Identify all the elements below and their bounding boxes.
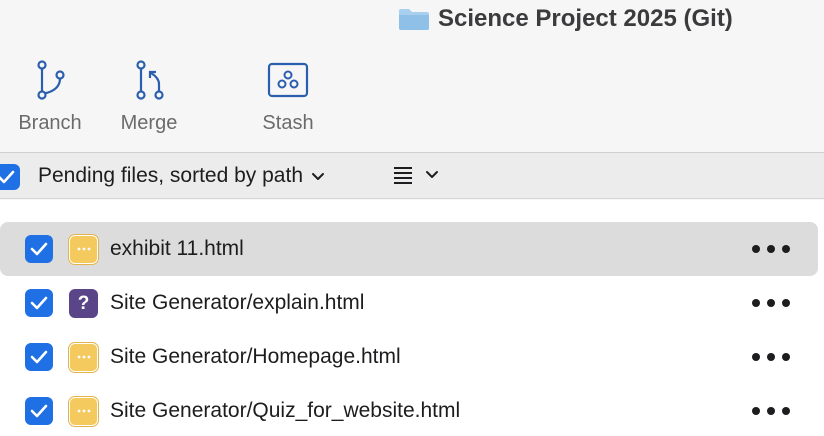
chevron-down-icon	[426, 171, 438, 178]
file-row[interactable]: exhibit 11.html	[0, 222, 818, 276]
checkmark-icon	[30, 350, 48, 364]
file-checkbox[interactable]	[25, 235, 53, 263]
more-actions-icon[interactable]	[752, 293, 790, 313]
sort-menu-label: Pending files, sorted by path	[38, 164, 304, 187]
branch-icon	[28, 56, 72, 104]
merge-button[interactable]: Merge	[110, 56, 188, 135]
question-mark-icon: ?	[77, 292, 90, 314]
file-row[interactable]: Site Generator/Homepage.html	[0, 330, 818, 384]
repo-name: Science Project 2025 (Git)	[438, 5, 733, 32]
repo-title: Science Project 2025 (Git)	[398, 4, 733, 34]
file-checkbox[interactable]	[25, 397, 53, 425]
checkmark-icon	[30, 242, 48, 256]
stash-icon	[266, 56, 310, 104]
branch-label: Branch	[18, 112, 82, 134]
file-row[interactable]: Site Generator/Quiz_for_website.html	[0, 384, 818, 436]
stash-button[interactable]: Stash	[250, 56, 326, 135]
checkmark-icon	[30, 296, 48, 310]
file-checkbox[interactable]	[25, 289, 53, 317]
untracked-status-icon: ?	[69, 288, 98, 318]
chevron-down-icon	[312, 173, 325, 180]
filter-bar: Pending files, sorted by path	[0, 153, 824, 199]
merge-label: Merge	[120, 112, 178, 134]
file-row[interactable]: ? Site Generator/explain.html	[0, 276, 818, 330]
file-name: Site Generator/explain.html	[110, 291, 365, 314]
stash-label: Stash	[262, 112, 314, 134]
file-name: Site Generator/Quiz_for_website.html	[110, 399, 461, 422]
more-actions-icon[interactable]	[752, 239, 790, 259]
modified-status-icon	[69, 396, 98, 426]
more-actions-icon[interactable]	[752, 401, 790, 421]
modified-status-icon	[69, 234, 98, 264]
file-checkbox[interactable]	[25, 343, 53, 371]
file-name: exhibit 11.html	[110, 237, 244, 260]
branch-button[interactable]: Branch	[8, 56, 92, 135]
sort-menu[interactable]: Pending files, sorted by path	[38, 164, 325, 188]
file-list: exhibit 11.html ? Site Generator/explain…	[0, 200, 824, 436]
checkmark-icon	[30, 404, 48, 418]
merge-icon	[127, 56, 171, 104]
modified-status-icon	[69, 342, 98, 372]
more-actions-icon[interactable]	[752, 347, 790, 367]
list-view-icon	[394, 167, 412, 184]
title-bar: Science Project 2025 (Git)	[0, 0, 824, 40]
file-name: Site Generator/Homepage.html	[110, 345, 401, 368]
select-all-checkbox[interactable]	[0, 164, 20, 190]
view-options-menu[interactable]	[393, 165, 439, 185]
folder-icon	[399, 9, 429, 30]
checkmark-icon	[0, 170, 15, 184]
